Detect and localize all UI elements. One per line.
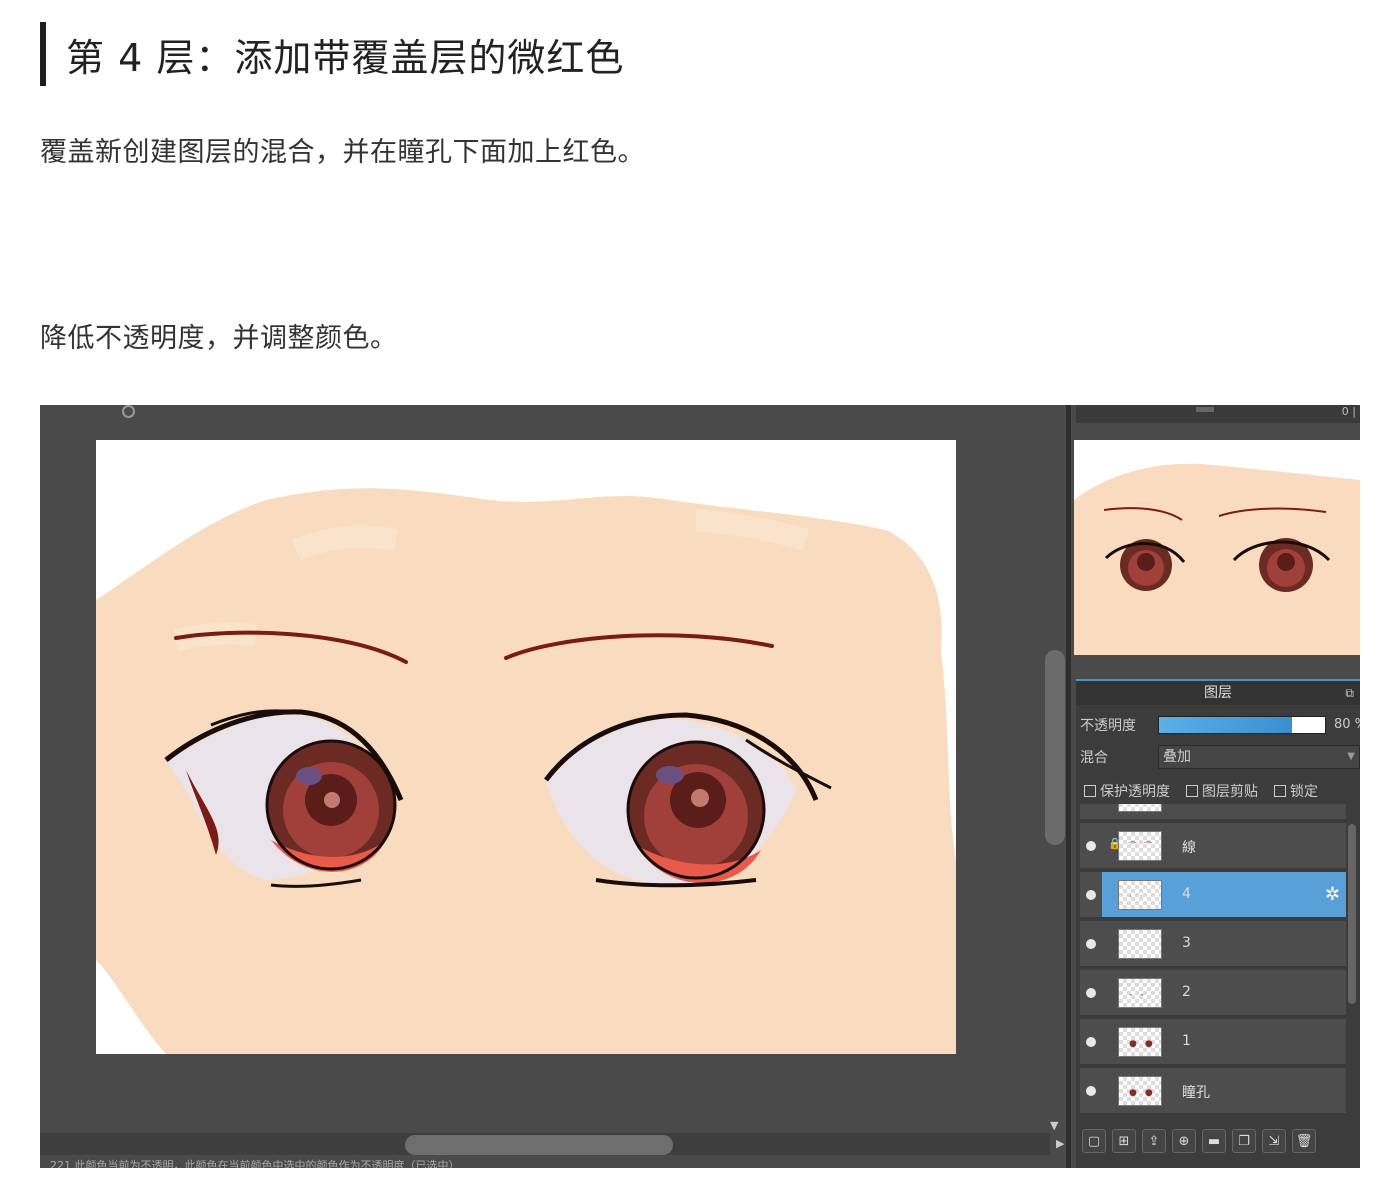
layer-thumbnail: -- [1118,978,1162,1008]
layer-thumbnail: ·· [1118,880,1162,910]
drawing-canvas[interactable] [96,440,956,1054]
layer-options: 保护透明度 图层剪贴 锁定 [1084,781,1318,801]
paragraph-overlay-blend: 覆盖新创建图层的混合，并在瞳孔下面加上红色。 [40,137,645,168]
layer-name: 線 [1182,840,1196,856]
lock-label: 锁定 [1290,784,1318,800]
canvas-vertical-scrollbar[interactable] [1045,650,1065,845]
layer-name: 3 [1182,935,1191,951]
app-screenshot: ▼ ▶ 221 此颜色当前为不透明，此颜色在当前颜色中选中的颜色作为不透明度（已… [40,405,1360,1168]
section-title: 第 4 层：添加带覆盖层的微红色 [66,35,625,80]
blend-mode-value: 叠加 [1163,749,1191,765]
layer-row[interactable]: 3 [1080,921,1346,968]
layer-name: 4 [1182,886,1191,902]
layer-thumbnail [1118,804,1162,812]
delete-layer-icon[interactable]: 🗑 [1292,1129,1316,1153]
blend-label: 混合 [1080,750,1108,766]
blend-mode-select[interactable]: 叠加 ▼ [1158,745,1360,769]
visibility-icon[interactable] [1086,988,1096,998]
panel-popout-icon[interactable]: ⧉ [1345,681,1354,705]
canvas-horizontal-scrollbar[interactable] [405,1135,673,1155]
visibility-icon[interactable] [1086,841,1096,851]
scroll-right-arrow-icon[interactable]: ▶ [1056,1137,1064,1150]
layer-row[interactable]: ●● 1 [1080,1019,1346,1066]
protect-alpha-label: 保护透明度 [1100,784,1170,800]
layer-list: … 🔒 ⁀⁀ 線 ·· 4 ✲ 3 -- [1080,804,1346,1124]
new-layer-copy-icon[interactable]: ⊞ [1112,1129,1136,1153]
layer-panel-header: 图层 ⧉ [1076,679,1360,705]
opacity-slider[interactable] [1158,716,1326,734]
navigator-zoom-text: 0 | [1341,405,1356,418]
visibility-icon[interactable] [1086,1037,1096,1047]
layer-row[interactable]: 🔒 ⁀⁀ 線 [1080,823,1346,870]
layer-name: 1 [1182,1033,1191,1049]
layer-panel-title: 图层 [1204,685,1232,701]
visibility-icon[interactable] [1086,939,1096,949]
layer-thumbnail: ●● [1118,1027,1162,1057]
status-bar-text: 221 此颜色当前为不透明，此颜色在当前颜色中选中的颜色作为不透明度（已选中） [50,1159,460,1168]
layer-row[interactable]: -- 2 [1080,970,1346,1017]
lock-checkbox[interactable]: 锁定 [1274,781,1318,801]
layer-thumbnail: ⁀⁀ [1118,831,1162,861]
folder-icon[interactable]: ▬ [1202,1129,1226,1153]
layer-thumbnail: ●● [1118,1076,1162,1106]
rotation-handle-icon[interactable] [122,405,135,418]
layer-name: 瞳孔 [1182,1085,1210,1101]
layer-list-scrollbar[interactable] [1348,824,1356,1004]
scroll-down-arrow-icon[interactable]: ▼ [1050,1119,1058,1132]
layer-row[interactable]: ●● 瞳孔 [1080,1068,1346,1115]
protect-alpha-checkbox[interactable]: 保护透明度 [1084,781,1170,801]
chevron-down-icon: ▼ [1347,751,1355,762]
paragraph-lower-opacity: 降低不透明度，并调整颜色。 [40,323,398,354]
layer-thumbnail [1118,929,1162,959]
opacity-slider-fill [1159,717,1292,733]
visibility-icon[interactable] [1086,890,1096,900]
panel-divider[interactable] [1066,405,1071,1168]
visibility-icon[interactable] [1086,1086,1096,1096]
duplicate-layer-icon[interactable]: ❐ [1232,1129,1256,1153]
merge-layer-icon[interactable]: ⇲ [1262,1129,1286,1153]
gear-icon[interactable]: ✲ [1325,884,1340,905]
navigator-zoom-slider[interactable] [1196,407,1214,412]
import-layer-icon[interactable]: ⇪ [1142,1129,1166,1153]
layer-row-selected[interactable]: ·· 4 ✲ [1080,872,1346,919]
new-layer-icon[interactable]: ▢ [1082,1129,1106,1153]
navigator-preview[interactable] [1074,440,1360,655]
opacity-value: 80 % [1334,717,1360,732]
navigator-header: 0 | [1076,405,1360,423]
opacity-label: 不透明度 [1080,718,1136,734]
layer-name: 2 [1182,984,1191,1000]
layer-row[interactable]: … [1080,804,1346,821]
clipping-label: 图层剪贴 [1202,784,1258,800]
clipping-checkbox[interactable]: 图层剪贴 [1186,781,1258,801]
add-layer-menu-icon[interactable]: ⊕ [1172,1129,1196,1153]
layer-toolbar: ▢ ⊞ ⇪ ⊕ ▬ ❐ ⇲ 🗑 [1082,1126,1360,1156]
layer-panel: 图层 ⧉ 不透明度 80 % 混合 叠加 ▼ 保护透明度 图层剪贴 锁定 … � [1076,679,1360,1168]
section-heading: 第 4 层：添加带覆盖层的微红色 [40,22,624,86]
